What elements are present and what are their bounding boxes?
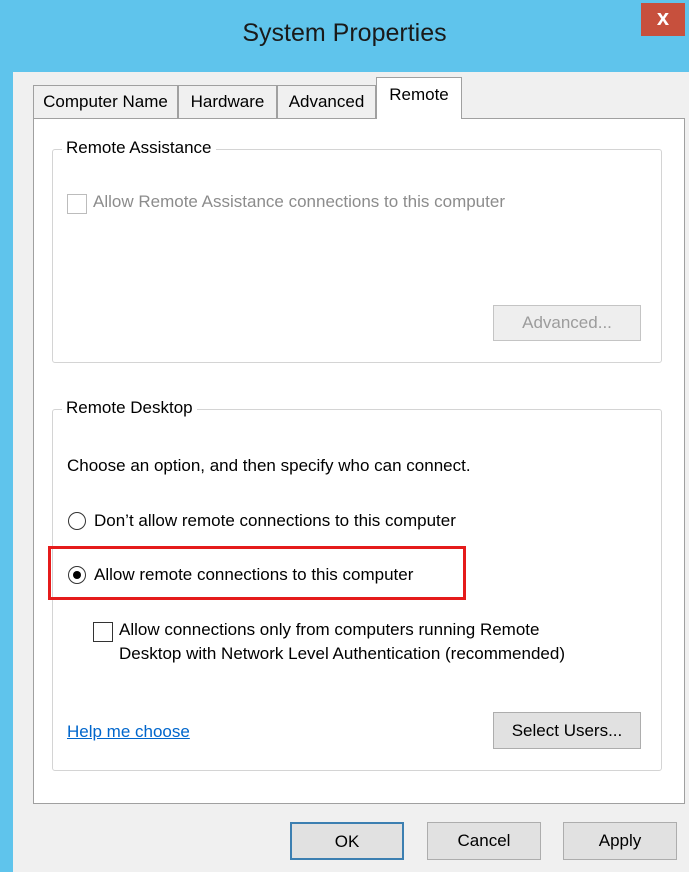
title-bar[interactable]: System Properties x: [0, 0, 689, 72]
tab-hardware[interactable]: Hardware: [178, 85, 277, 118]
cancel-button[interactable]: Cancel: [427, 822, 541, 860]
close-button[interactable]: x: [641, 3, 685, 36]
allow-remote-assistance-checkbox[interactable]: [67, 194, 87, 214]
tab-remote[interactable]: Remote: [376, 77, 462, 119]
remote-desktop-group-label: Remote Desktop: [62, 398, 197, 418]
tab-computer-name[interactable]: Computer Name: [33, 85, 178, 118]
remote-desktop-instruction: Choose an option, and then specify who c…: [67, 456, 471, 475]
allow-remote-assistance-label: Allow Remote Assistance connections to t…: [93, 192, 505, 211]
dont-allow-remote-radio[interactable]: [68, 512, 86, 530]
nla-checkbox[interactable]: [93, 622, 113, 642]
advanced-button[interactable]: Advanced...: [493, 305, 641, 341]
highlight-box: [48, 546, 466, 600]
help-me-choose-link[interactable]: Help me choose: [67, 722, 190, 742]
window-title: System Properties: [242, 19, 447, 47]
nla-label-line2: Desktop with Network Level Authenticatio…: [119, 644, 565, 663]
remote-assistance-group-label: Remote Assistance: [62, 138, 216, 158]
tab-advanced[interactable]: Advanced: [277, 85, 376, 118]
select-users-button[interactable]: Select Users...: [493, 712, 641, 749]
ok-button[interactable]: OK: [290, 822, 404, 860]
dont-allow-remote-label: Don’t allow remote connections to this c…: [94, 511, 456, 530]
apply-button[interactable]: Apply: [563, 822, 677, 860]
nla-label-line1: Allow connections only from computers ru…: [119, 620, 540, 639]
window-left-border: [0, 0, 13, 872]
system-properties-window: System Properties x Computer Name Hardwa…: [0, 0, 689, 872]
